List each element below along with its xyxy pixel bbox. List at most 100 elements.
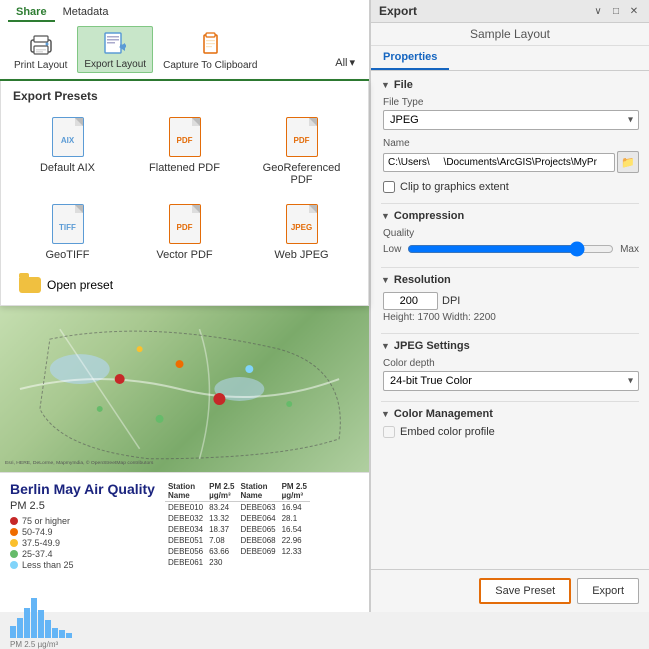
file-section-header[interactable]: ▼ File [381, 79, 639, 91]
dpi-input[interactable] [383, 292, 438, 310]
preset-flattened-pdf[interactable]: PDF Flattened PDF [130, 111, 239, 190]
capture-clipboard-button[interactable]: Capture To Clipboard [157, 28, 263, 73]
cell-pm1-4: 63.66 [206, 546, 237, 557]
table-row: DEBE061230 [165, 557, 310, 568]
cell-pm1-3: 7.08 [206, 535, 237, 546]
clip-label: Clip to graphics extent [400, 181, 509, 193]
compression-section-label: Compression [394, 210, 464, 222]
tab-metadata[interactable]: Metadata [55, 4, 117, 22]
map-svg: Esri, HERE, DeLorme, MapmyIndia, © OpenS… [0, 306, 369, 472]
file-type-select-wrapper: JPEG PDF PNG TIFF SVG [383, 110, 639, 130]
export-titlebar: Export ∨ □ ✕ [371, 0, 649, 23]
preset-label-jpeg: Web JPEG [274, 249, 328, 261]
preset-default-aix[interactable]: AIX Default AIX [13, 111, 122, 190]
bar-8 [66, 633, 72, 638]
jpeg-section-content: Color depth 24-bit True Color 8-bit 32-b… [381, 358, 639, 391]
capture-clipboard-label: Capture To Clipboard [163, 60, 257, 71]
export-icon [101, 29, 129, 57]
minimize-button[interactable]: ∨ [591, 4, 605, 18]
legend: 75 or higher 50-74.9 37.5-49.9 25-37.4 L… [10, 516, 155, 570]
name-input[interactable] [383, 153, 615, 172]
resolution-section-header[interactable]: ▼ Resolution [381, 274, 639, 286]
bar-7 [59, 630, 65, 638]
jpeg-settings-header[interactable]: ▼ JPEG Settings [381, 340, 639, 352]
quality-min-label: Low [383, 244, 401, 255]
embed-checkbox-row: Embed color profile [383, 426, 639, 438]
tab-share[interactable]: Share [8, 4, 55, 22]
preset-vector-pdf[interactable]: PDF Vector PDF [130, 198, 239, 265]
cell-s1-5: DEBE061 [165, 557, 206, 568]
print-layout-button[interactable]: Print Layout [8, 28, 73, 73]
bar-2 [24, 608, 30, 638]
legend-item-3: 25-37.4 [10, 549, 155, 559]
export-layout-label: Export Layout [84, 59, 146, 70]
export-footer: Save Preset Export [371, 569, 649, 612]
quality-slider[interactable] [407, 241, 614, 257]
file-section: ▼ File File Type JPEG PDF PNG TIFF SVG [381, 79, 639, 193]
legend-item-2: 37.5-49.9 [10, 538, 155, 548]
data-table-container: StationName PM 2.5µg/m³ StationName PM 2… [165, 481, 310, 604]
ribbon-all-button[interactable]: All ▾ [329, 52, 361, 73]
export-window-title: Export [379, 4, 417, 18]
clip-checkbox[interactable] [383, 181, 395, 193]
bar-5 [45, 620, 51, 638]
resolution-section: ▼ Resolution DPI Height: 1700 Width: 220… [381, 274, 639, 323]
legend-label-0: 75 or higher [22, 516, 70, 526]
bar-3 [31, 598, 37, 638]
presets-title: Export Presets [13, 89, 356, 103]
bar-0 [10, 626, 16, 638]
color-mgmt-header[interactable]: ▼ Color Management [381, 408, 639, 420]
preset-icon-gpdf: PDF [284, 115, 320, 159]
file-type-group: File Type JPEG PDF PNG TIFF SVG [383, 97, 639, 130]
legend-dot-1 [10, 528, 18, 536]
preset-geotiff[interactable]: TIFF GeoTIFF [13, 198, 122, 265]
printer-icon [27, 30, 55, 58]
legend-item-1: 50-74.9 [10, 527, 155, 537]
export-button[interactable]: Export [577, 578, 639, 604]
bar-6 [52, 628, 58, 638]
export-tabs: Properties [371, 46, 649, 71]
legend-label-1: 50-74.9 [22, 527, 53, 537]
save-preset-button[interactable]: Save Preset [479, 578, 571, 604]
cell-pm2-5 [279, 557, 310, 568]
berlin-title: Berlin May Air Quality [10, 481, 155, 498]
bar-4 [38, 610, 44, 638]
preset-web-jpeg[interactable]: JPEG Web JPEG [247, 198, 356, 265]
file-type-select[interactable]: JPEG PDF PNG TIFF SVG [383, 110, 639, 130]
cell-pm1-2: 18.37 [206, 524, 237, 535]
color-depth-label: Color depth [383, 358, 639, 369]
open-preset-button[interactable]: Open preset [13, 273, 356, 297]
color-management-section: ▼ Color Management Embed color profile [381, 408, 639, 438]
legend-item-4: Less than 25 [10, 560, 155, 570]
presets-panel: Export Presets AIX Default AIX PDF Flatt [0, 81, 369, 306]
compression-section-header[interactable]: ▼ Compression [381, 210, 639, 222]
compression-section: ▼ Compression Quality Low Max [381, 210, 639, 257]
maximize-button[interactable]: □ [609, 4, 623, 18]
embed-checkbox[interactable] [383, 426, 395, 438]
file-section-content: File Type JPEG PDF PNG TIFF SVG Name [381, 97, 639, 193]
preset-georef-pdf[interactable]: PDF GeoReferenced PDF [247, 111, 356, 190]
legend-dot-0 [10, 517, 18, 525]
preset-label-fpdf: Flattened PDF [149, 162, 220, 174]
preset-icon-jpeg: JPEG [284, 202, 320, 246]
col-header-station2: StationName [237, 481, 278, 502]
quality-max-label: Max [620, 244, 639, 255]
cell-pm1-1: 13.32 [206, 513, 237, 524]
cell-pm2-3: 22.96 [279, 535, 310, 546]
legend-label-2: 37.5-49.9 [22, 538, 60, 548]
cell-s2-2: DEBE065 [237, 524, 278, 535]
export-layout-button[interactable]: Export Layout [77, 26, 153, 73]
presets-grid: AIX Default AIX PDF Flattened PDF PDF [13, 111, 356, 265]
browse-button[interactable]: 📁 [617, 151, 639, 173]
legend-dot-2 [10, 539, 18, 547]
tab-properties[interactable]: Properties [371, 46, 449, 70]
legend-dot-3 [10, 550, 18, 558]
divider-2 [381, 267, 639, 268]
close-button[interactable]: ✕ [627, 4, 641, 18]
titlebar-controls: ∨ □ ✕ [591, 4, 641, 18]
color-depth-select[interactable]: 24-bit True Color 8-bit 32-bit [383, 371, 639, 391]
cell-pm1-0: 83.24 [206, 502, 237, 514]
cell-s1-4: DEBE056 [165, 546, 206, 557]
ribbon-all-chevron: ▾ [349, 56, 355, 69]
preset-icon-tiff: TIFF [50, 202, 86, 246]
